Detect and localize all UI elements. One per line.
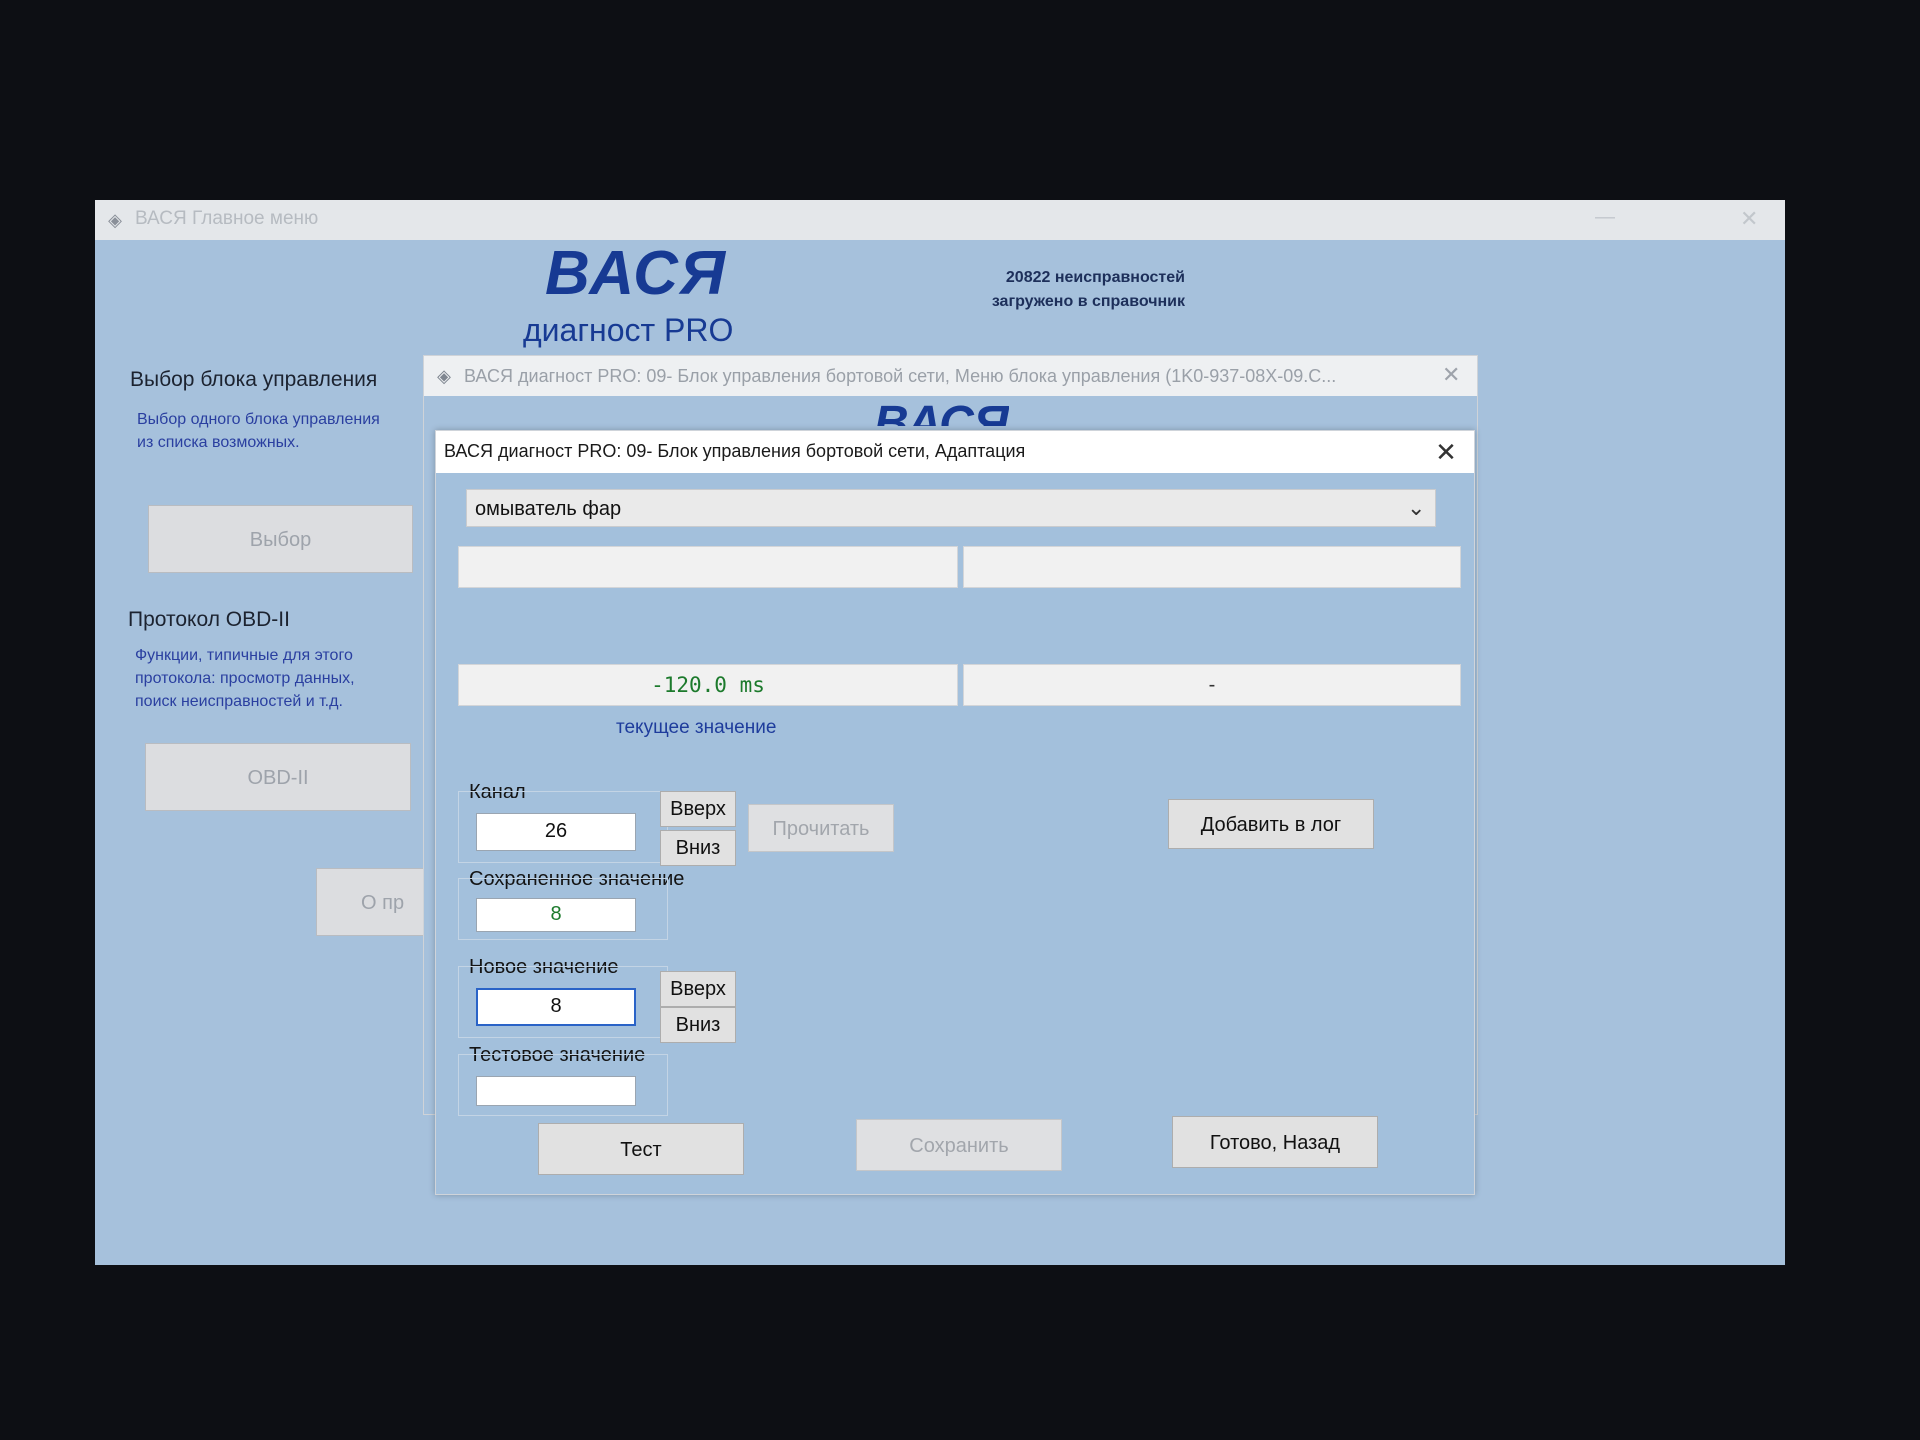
measured-value-right-field: - (963, 664, 1461, 706)
test-value-input[interactable] (476, 1076, 636, 1106)
sub-title-bar[interactable]: ◈ ВАСЯ диагност PRO: 09- Блок управления… (424, 356, 1477, 396)
description-field-left (458, 546, 958, 588)
function-select[interactable]: омыватель фар ⌄ (466, 489, 1436, 527)
select-section-title: Выбор блока управления (130, 368, 378, 391)
sub-close-button[interactable]: ✕ (1442, 362, 1460, 388)
faults-info: 20822 неисправностей загружено в справоч… (991, 269, 1185, 310)
app-icon: ◈ (108, 210, 122, 230)
obd-button[interactable]: OBD-II (145, 743, 411, 811)
adaptation-dialog: ВАСЯ диагност PRO: 09- Блок управления б… (435, 430, 1475, 1195)
dialog-title: ВАСЯ диагност PRO: 09- Блок управления б… (444, 441, 1026, 461)
minimize-button[interactable]: — (1595, 206, 1615, 229)
dialog-title-bar[interactable]: ВАСЯ диагност PRO: 09- Блок управления б… (436, 431, 1474, 473)
dialog-close-button[interactable]: ✕ (1429, 435, 1463, 469)
read-button[interactable]: Прочитать (748, 804, 894, 852)
save-button[interactable]: Сохранить (856, 1119, 1062, 1171)
about-button[interactable]: О пр (316, 868, 426, 936)
app-logo: ВАСЯ (545, 239, 728, 308)
current-value-caption: текущее значение (616, 717, 777, 738)
obd-section-description: Функции, типичные для этого протокола: п… (135, 647, 355, 710)
channel-down-button[interactable]: Вниз (660, 830, 736, 866)
app-icon: ◈ (437, 366, 451, 386)
add-to-log-button[interactable]: Добавить в лог (1168, 799, 1374, 849)
new-value-input[interactable]: 8 (476, 988, 636, 1026)
done-back-button[interactable]: Готово, Назад (1172, 1116, 1378, 1168)
obd-section-title: Протокол OBD-II (128, 608, 290, 631)
function-select-value: омыватель фар (475, 498, 622, 520)
new-value-up-button[interactable]: Вверх (660, 971, 736, 1007)
main-window-title: ВАСЯ Главное меню (135, 208, 319, 229)
app-logo-subtitle: диагност PRO (523, 312, 734, 348)
sub-window-title: ВАСЯ диагност PRO: 09- Блок управления б… (464, 366, 1337, 386)
test-button[interactable]: Тест (538, 1123, 744, 1175)
channel-up-button[interactable]: Вверх (660, 791, 736, 827)
select-unit-button[interactable]: Выбор (148, 505, 413, 573)
measured-value-field: -120.0 ms (458, 664, 958, 706)
main-close-button[interactable]: ✕ (1740, 206, 1758, 232)
description-field-right (963, 546, 1461, 588)
new-value-down-button[interactable]: Вниз (660, 1007, 736, 1043)
chevron-down-icon[interactable]: ⌄ (1407, 495, 1425, 521)
saved-value-field: 8 (476, 898, 636, 932)
channel-input[interactable]: 26 (476, 813, 636, 851)
sub-logo: ВАСЯ (874, 397, 1009, 426)
select-section-description: Выбор одного блока управления из списка … (137, 411, 380, 451)
main-title-bar[interactable]: ◈ ВАСЯ Главное меню — ✕ (95, 200, 1785, 240)
